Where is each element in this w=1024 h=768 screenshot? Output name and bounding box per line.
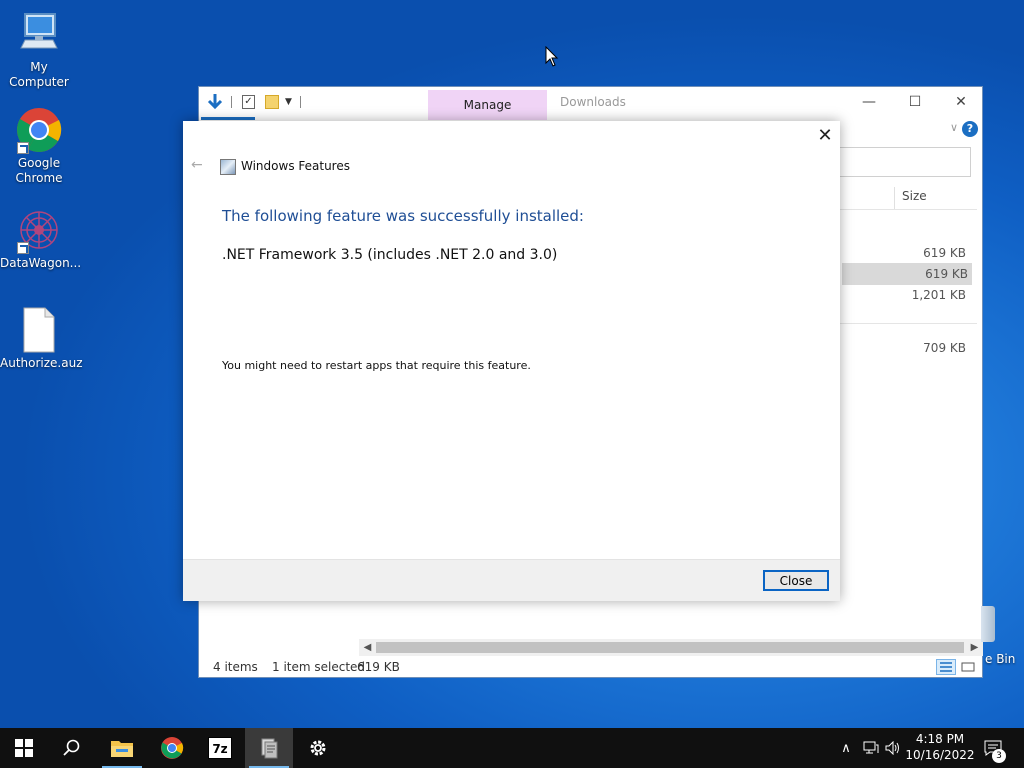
taskbar-windows-features[interactable]: [245, 728, 293, 768]
file-row-size[interactable]: 709 KB: [838, 337, 968, 359]
datawagon-icon: [15, 206, 63, 254]
file-row-size-selected[interactable]: 619 KB: [842, 263, 972, 285]
close-button[interactable]: Close: [763, 570, 829, 591]
column-header-size[interactable]: Size: [894, 187, 976, 209]
dialog-close-icon[interactable]: ✕: [815, 126, 835, 146]
new-folder-icon[interactable]: [265, 95, 279, 109]
chrome-icon: [15, 106, 63, 154]
windows-features-dialog[interactable]: ✕ ← Windows Features The following featu…: [183, 121, 840, 601]
start-icon: [15, 739, 33, 757]
taskbar: 7z ∧ 4:18 PM 10/16/2022: [0, 728, 1024, 768]
status-selection: 1 item selected: [272, 660, 366, 674]
close-window-button[interactable]: ✕: [938, 87, 984, 117]
taskbar-search-button[interactable]: [48, 728, 96, 768]
horizontal-scrollbar[interactable]: ◀ ▶: [359, 639, 983, 656]
dialog-app-title: Windows Features: [241, 159, 350, 173]
desktop-icon-my-computer[interactable]: My Computer: [0, 10, 78, 90]
download-arrow-icon: [207, 94, 223, 110]
taskbar-settings[interactable]: [294, 728, 342, 768]
network-icon[interactable]: [860, 728, 882, 768]
desktop-icon-label: DataWagon...: [0, 256, 82, 270]
desktop-icon-label: Authorize.auz: [0, 356, 83, 370]
taskbar-chrome[interactable]: [148, 728, 196, 768]
search-icon: [63, 739, 80, 756]
notification-count-badge: 3: [992, 749, 1006, 763]
tab-manage[interactable]: Manage: [428, 90, 547, 120]
window-title: Downloads: [560, 95, 626, 109]
desktop-icon-datawagon[interactable]: DataWagon...: [0, 206, 82, 271]
file-icon: [15, 306, 63, 354]
scrollbar-thumb[interactable]: [376, 642, 964, 653]
desktop-icon-label: My Computer: [9, 60, 69, 89]
windows-features-icon: [261, 738, 278, 759]
status-bar: 4 items 1 item selected 619 KB: [199, 657, 982, 677]
7zip-icon-label: 7z: [212, 742, 228, 756]
recycle-bin-icon[interactable]: [981, 606, 995, 642]
back-arrow-icon[interactable]: ←: [191, 157, 203, 173]
details-view-icon[interactable]: [936, 659, 956, 675]
desktop-icon-label: Google Chrome: [15, 156, 63, 185]
file-row-size[interactable]: 1,201 KB: [838, 284, 968, 306]
volume-icon[interactable]: [882, 728, 904, 768]
group-divider: [839, 323, 977, 324]
help-icon[interactable]: ?: [962, 121, 978, 137]
restart-note: You might need to restart apps that requ…: [222, 359, 531, 372]
minimize-button[interactable]: —: [846, 87, 892, 117]
search-input[interactable]: [839, 147, 971, 177]
show-hidden-icons-chevron-icon[interactable]: ∧: [836, 728, 856, 768]
taskbar-file-explorer[interactable]: [98, 728, 146, 768]
clock-time: 4:18 PM: [915, 732, 965, 746]
windows-features-icon: [220, 159, 236, 175]
large-icons-view-icon[interactable]: [958, 659, 978, 675]
quick-access-underline: [201, 117, 255, 120]
toolbar-separator: [231, 96, 232, 108]
shortcut-arrow-icon: [17, 142, 29, 154]
recycle-bin-label[interactable]: e Bin: [985, 652, 1015, 666]
header-divider: [839, 209, 977, 210]
mouse-cursor-icon: [545, 46, 559, 67]
taskbar-7zip[interactable]: 7z: [196, 728, 244, 768]
computer-icon: [15, 10, 63, 58]
properties-icon[interactable]: ✓: [242, 95, 255, 109]
expand-ribbon-chevron-icon[interactable]: ∨: [950, 121, 958, 134]
status-item-count: 4 items: [213, 660, 258, 674]
desktop-icon-authorize-auz[interactable]: Authorize.auz: [0, 306, 83, 371]
scroll-left-arrow-icon[interactable]: ◀: [359, 639, 376, 656]
chrome-icon: [161, 737, 184, 759]
installed-feature-name: .NET Framework 3.5 (includes .NET 2.0 an…: [222, 247, 558, 263]
file-explorer-icon: [111, 741, 133, 757]
customize-toolbar-dropdown-icon[interactable]: ▼: [285, 97, 292, 107]
clock-date: 10/16/2022: [905, 748, 975, 762]
start-button[interactable]: [0, 728, 48, 768]
7zip-icon: 7z: [208, 737, 232, 759]
desktop-icon-google-chrome[interactable]: Google Chrome: [0, 106, 78, 186]
file-row-size[interactable]: 619 KB: [838, 242, 968, 264]
maximize-button[interactable]: ☐: [892, 87, 938, 117]
dialog-footer: Close: [183, 559, 840, 601]
settings-icon: [310, 740, 326, 756]
toolbar-separator: [300, 96, 301, 108]
taskbar-clock[interactable]: 4:18 PM 10/16/2022: [902, 731, 978, 763]
shortcut-arrow-icon: [17, 242, 29, 254]
success-heading: The following feature was successfully i…: [222, 207, 584, 225]
status-selection-size: 619 KB: [357, 660, 400, 674]
explorer-titlebar[interactable]: ✓ ▼ Manage Downloads — ☐ ✕: [199, 87, 984, 120]
